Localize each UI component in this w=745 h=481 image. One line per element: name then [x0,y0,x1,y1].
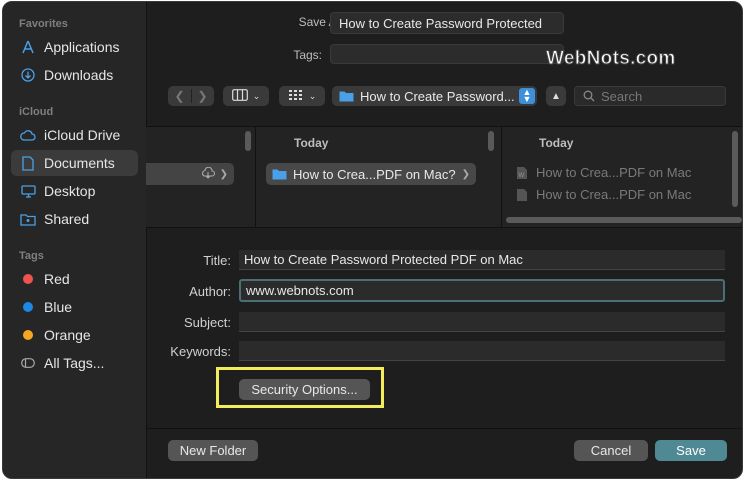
browser-column-1: ❯ [146,127,256,227]
back-forward-buttons: ❮ ❯ [168,86,214,106]
sidebar-item-label: Orange [44,327,91,343]
sidebar-item-all-tags[interactable]: All Tags... [11,350,138,376]
chevron-right-icon: ❯ [219,168,228,180]
search-placeholder: Search [601,88,643,104]
orange-tag-icon [20,327,36,343]
sidebar-item-label: Downloads [44,67,114,83]
favorites-header: Favorites [19,18,68,30]
sidebar-item-label: Blue [44,299,73,315]
applications-icon [20,39,36,55]
chevron-down-icon: ⌄ [252,90,261,101]
sidebar-item-downloads[interactable]: Downloads [11,62,138,88]
search-icon [583,90,595,102]
sidebar-item-tag-orange[interactable]: Orange [11,322,138,348]
highlight-box [216,367,384,408]
sidebar-item-shared[interactable]: Shared [11,206,138,232]
sidebar-item-label: All Tags... [44,355,105,371]
keywords-field[interactable] [239,341,725,361]
sidebar-item-label: Shared [44,211,90,227]
browser-column-2: Today How to Crea...PDF on Mac? ❯ [256,127,502,227]
location-label: How to Create Password... [360,88,515,104]
sidebar-item-label: Documents [44,155,115,171]
sidebar-item-label: Desktop [44,183,96,199]
column-header-today: Today [539,136,574,150]
file-row[interactable]: How to Crea...PDF on Mac [516,187,691,202]
grid-icon [288,89,304,104]
svg-text:W: W [519,173,525,179]
watermark: WebNots.com [546,48,676,70]
shared-folder-icon [20,211,36,227]
keywords-label: Keywords: [170,344,231,359]
subject-label: Subject: [184,315,231,330]
expand-collapse-button[interactable]: ▲ [546,86,566,106]
sidebar-item-label: Red [44,271,70,287]
document-icon [516,188,528,202]
back-arrow-icon[interactable]: ❮ [169,89,191,103]
location-stepper-icon: ▲ ▼ [519,88,535,104]
group-button[interactable]: ⌄ [279,86,325,106]
column-header-today: Today [294,136,329,150]
column-scrollbar[interactable] [488,131,494,151]
save-button[interactable]: Save [655,440,727,461]
chevron-right-icon: ❯ [461,168,470,180]
location-popup[interactable]: How to Create Password... ▲ ▼ [332,86,537,106]
horizontal-scrollbar[interactable] [506,217,742,223]
file-browser: ❯ Today How to Crea...PDF on Mac? ❯ Toda… [146,126,742,228]
footer-divider [146,428,742,429]
column-scrollbar[interactable] [245,131,251,151]
sidebar: Favorites Applications Downloads iCloud … [3,2,147,478]
cloud-icon [20,127,36,143]
red-tag-icon [20,271,36,287]
icloud-header: iCloud [19,106,54,118]
title-label: Title: [203,253,231,268]
word-document-icon: W [516,166,528,180]
sidebar-item-documents[interactable]: Documents [11,150,138,176]
folder-icon [272,168,287,180]
forward-arrow-icon[interactable]: ❯ [192,89,214,103]
all-tags-icon [20,355,36,371]
browser-column-3: Today W How to Crea...PDF on Mac How to … [502,127,742,227]
subject-field[interactable] [239,312,725,332]
sidebar-item-icloud-drive[interactable]: iCloud Drive [11,122,138,148]
tags-field[interactable] [330,44,564,64]
downloads-icon [20,67,36,83]
sidebar-item-tag-red[interactable]: Red [11,266,138,292]
author-label: Author: [189,284,231,299]
sidebar-item-tag-blue[interactable]: Blue [11,294,138,320]
tags-label: Tags: [293,48,322,62]
search-field[interactable]: Search [574,86,726,106]
blue-tag-icon [20,299,36,315]
cloud-download-icon [200,166,216,182]
new-folder-button[interactable]: New Folder [168,440,258,461]
folder-icon [339,90,354,102]
column-scrollbar[interactable] [732,131,738,207]
chevron-up-icon: ▲ [551,90,561,102]
file-row[interactable]: W How to Crea...PDF on Mac [516,165,691,180]
tags-header: Tags [19,250,44,262]
sidebar-item-applications[interactable]: Applications [11,34,138,60]
title-field[interactable]: How to Create Password Protected PDF on … [239,250,725,270]
file-row-label: How to Crea...PDF on Mac [536,187,692,202]
chevron-down-icon: ⌄ [308,90,317,101]
sidebar-item-desktop[interactable]: Desktop [11,178,138,204]
folder-row-label: How to Crea...PDF on Mac? [293,166,456,182]
sidebar-item-label: Applications [44,39,120,55]
save-as-field[interactable]: How to Create Password Protected [330,12,564,34]
file-row-label: How to Crea...PDF on Mac [536,165,692,180]
folder-row[interactable]: How to Crea...PDF on Mac? ❯ [266,163,476,185]
author-field[interactable]: www.webnots.com [239,279,725,302]
icloud-folder-row[interactable]: ❯ [146,163,234,185]
columns-view-icon [231,88,248,104]
document-icon [20,155,36,171]
desktop-icon [20,183,36,199]
cancel-button[interactable]: Cancel [574,440,648,461]
view-mode-button[interactable]: ⌄ [223,86,269,106]
sidebar-item-label: iCloud Drive [44,127,121,143]
